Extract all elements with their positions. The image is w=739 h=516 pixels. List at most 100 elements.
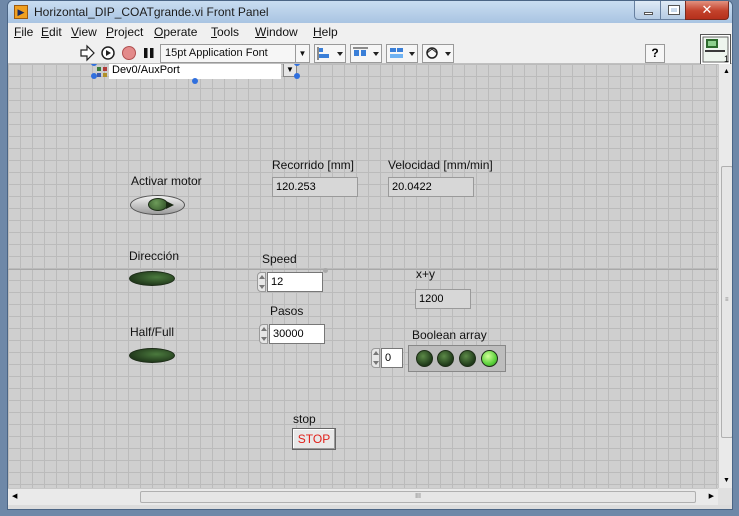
title-bar[interactable]: ▶ Horizontal_DIP_COATgrande.vi Front Pan… bbox=[8, 1, 732, 23]
distribute-icon bbox=[353, 47, 379, 56]
front-panel[interactable]: Dev0/AuxPort ▼ Recorrido [mm] 120.253 Ve… bbox=[8, 64, 718, 488]
visa-resource-control[interactable]: Dev0/AuxPort ▼ bbox=[91, 64, 302, 84]
menu-window-label: indow bbox=[266, 25, 298, 39]
vertical-scroll-thumb[interactable]: ≡ bbox=[721, 166, 732, 438]
visa-resource-field[interactable]: Dev0/AuxPort bbox=[109, 64, 281, 79]
menu-window[interactable]: Window bbox=[255, 25, 298, 39]
run-continuously-icon bbox=[101, 46, 115, 60]
menu-operate[interactable]: Operate bbox=[154, 25, 197, 39]
stop-button[interactable]: STOP bbox=[292, 428, 336, 450]
recorrido-label: Recorrido [mm] bbox=[272, 158, 355, 172]
close-icon: ✕ bbox=[701, 2, 713, 17]
pasos-input[interactable]: 30000 bbox=[269, 324, 325, 344]
window-title: Horizontal_DIP_COATgrande.vi Front Panel bbox=[34, 5, 269, 19]
array-index-input[interactable]: 0 bbox=[381, 348, 403, 368]
array-led-3[interactable] bbox=[481, 350, 498, 367]
pasos-increment-icon[interactable] bbox=[259, 324, 268, 344]
array-led-0[interactable] bbox=[416, 350, 433, 367]
distribute-objects-button[interactable] bbox=[350, 44, 382, 63]
half-full-label: Half/Full bbox=[130, 325, 175, 339]
xy-indicator: 1200 bbox=[415, 289, 471, 309]
stop-label: stop bbox=[293, 412, 316, 426]
maximize-button[interactable] bbox=[660, 1, 686, 20]
menu-help-accel: H bbox=[313, 25, 322, 39]
align-icon bbox=[317, 47, 343, 60]
resize-objects-button[interactable] bbox=[386, 44, 418, 63]
run-continuously-button[interactable] bbox=[99, 44, 117, 63]
activar-motor-toggle[interactable] bbox=[130, 195, 185, 215]
scroll-right-icon[interactable]: ▶ bbox=[709, 492, 714, 500]
activar-motor-label: Activar motor bbox=[131, 174, 202, 188]
font-ring-value: 15pt Application Font bbox=[165, 47, 268, 59]
selection-handle[interactable] bbox=[294, 64, 300, 66]
close-button[interactable]: ✕ bbox=[685, 1, 729, 20]
grid-divider bbox=[8, 269, 718, 270]
menu-tools-label: ools bbox=[217, 25, 240, 39]
boolean-array-label: Boolean array bbox=[412, 328, 487, 342]
recorrido-indicator: 120.253 bbox=[272, 177, 358, 197]
menu-tools[interactable]: Tools bbox=[211, 25, 239, 39]
menu-view-label: iew bbox=[78, 25, 97, 39]
menu-help[interactable]: Help bbox=[313, 25, 338, 39]
horizontal-scroll-thumb[interactable]: III bbox=[140, 491, 696, 503]
scroll-down-icon[interactable]: ▼ bbox=[723, 477, 730, 484]
menu-help-label: elp bbox=[321, 25, 338, 39]
velocidad-label: Velocidad [mm/min] bbox=[388, 158, 493, 172]
abort-icon bbox=[122, 46, 136, 60]
run-button[interactable] bbox=[78, 44, 96, 63]
array-index-increment-icon[interactable] bbox=[371, 348, 380, 368]
direccion-led[interactable] bbox=[129, 271, 175, 286]
menu-project-accel: P bbox=[106, 25, 115, 39]
scroll-corner bbox=[718, 488, 732, 505]
reorder-button[interactable] bbox=[422, 44, 454, 63]
maximize-icon bbox=[668, 5, 680, 15]
text-settings-dropdown[interactable]: 15pt Application Font ▼ bbox=[160, 44, 310, 63]
window-bottom-edge bbox=[8, 505, 732, 509]
abort-button[interactable] bbox=[120, 44, 138, 63]
pause-button[interactable] bbox=[141, 44, 157, 63]
speed-increment-icon[interactable] bbox=[257, 272, 266, 292]
menu-project-label: roject bbox=[114, 25, 144, 39]
vi-connector-pane[interactable]: 1 bbox=[700, 34, 731, 65]
reorder-icon bbox=[426, 47, 451, 59]
half-full-led[interactable] bbox=[129, 348, 175, 363]
menu-edit[interactable]: Edit bbox=[41, 25, 62, 39]
menu-operate-label: perate bbox=[163, 25, 198, 39]
minimize-button[interactable] bbox=[634, 1, 661, 20]
menu-view-accel: V bbox=[71, 25, 79, 39]
scroll-up-icon[interactable]: ▲ bbox=[723, 68, 730, 75]
menu-file-label: ile bbox=[21, 25, 34, 39]
array-led-1[interactable] bbox=[437, 350, 454, 367]
context-help-button[interactable]: ? bbox=[645, 44, 665, 63]
direccion-label: Dirección bbox=[129, 249, 180, 263]
dropdown-arrow-icon: ▼ bbox=[295, 45, 309, 62]
menu-operate-accel: O bbox=[154, 25, 164, 39]
selection-handle[interactable] bbox=[91, 73, 97, 79]
menu-edit-label: dit bbox=[49, 25, 62, 39]
toggle-arrow-icon bbox=[166, 201, 174, 209]
horizontal-scrollbar[interactable]: ◀ III ▶ bbox=[8, 488, 718, 505]
visa-resource-icon bbox=[96, 65, 108, 77]
menu-view[interactable]: View bbox=[71, 25, 97, 39]
menu-file[interactable]: File bbox=[14, 25, 33, 39]
selection-handle[interactable] bbox=[294, 73, 300, 79]
selection-handle[interactable] bbox=[192, 78, 198, 84]
velocidad-indicator: 20.0422 bbox=[388, 177, 474, 197]
scroll-left-icon[interactable]: ◀ bbox=[12, 492, 17, 500]
speed-input[interactable]: 12 bbox=[267, 272, 323, 292]
align-objects-button[interactable] bbox=[314, 44, 346, 63]
menu-window-accel: W bbox=[255, 25, 267, 39]
menu-bar: File Edit View Project Operate Tools Win… bbox=[8, 23, 732, 43]
labview-app-icon: ▶ bbox=[14, 5, 28, 19]
toolbar: 15pt Application Font ▼ ? 1 bbox=[8, 34, 732, 65]
speed-label: Speed bbox=[262, 252, 297, 266]
help-icon: ? bbox=[651, 46, 659, 60]
front-panel-window: ▶ Horizontal_DIP_COATgrande.vi Front Pan… bbox=[7, 0, 733, 510]
vertical-grip-icon: ≡ bbox=[725, 297, 729, 303]
vertical-scrollbar[interactable]: ▲ ≡ ▼ bbox=[718, 64, 732, 488]
menu-project[interactable]: Project bbox=[106, 25, 143, 39]
connector-badge: 1 bbox=[723, 54, 729, 64]
array-led-2[interactable] bbox=[459, 350, 476, 367]
resize-icon bbox=[390, 48, 415, 58]
run-arrow-icon bbox=[80, 44, 95, 62]
